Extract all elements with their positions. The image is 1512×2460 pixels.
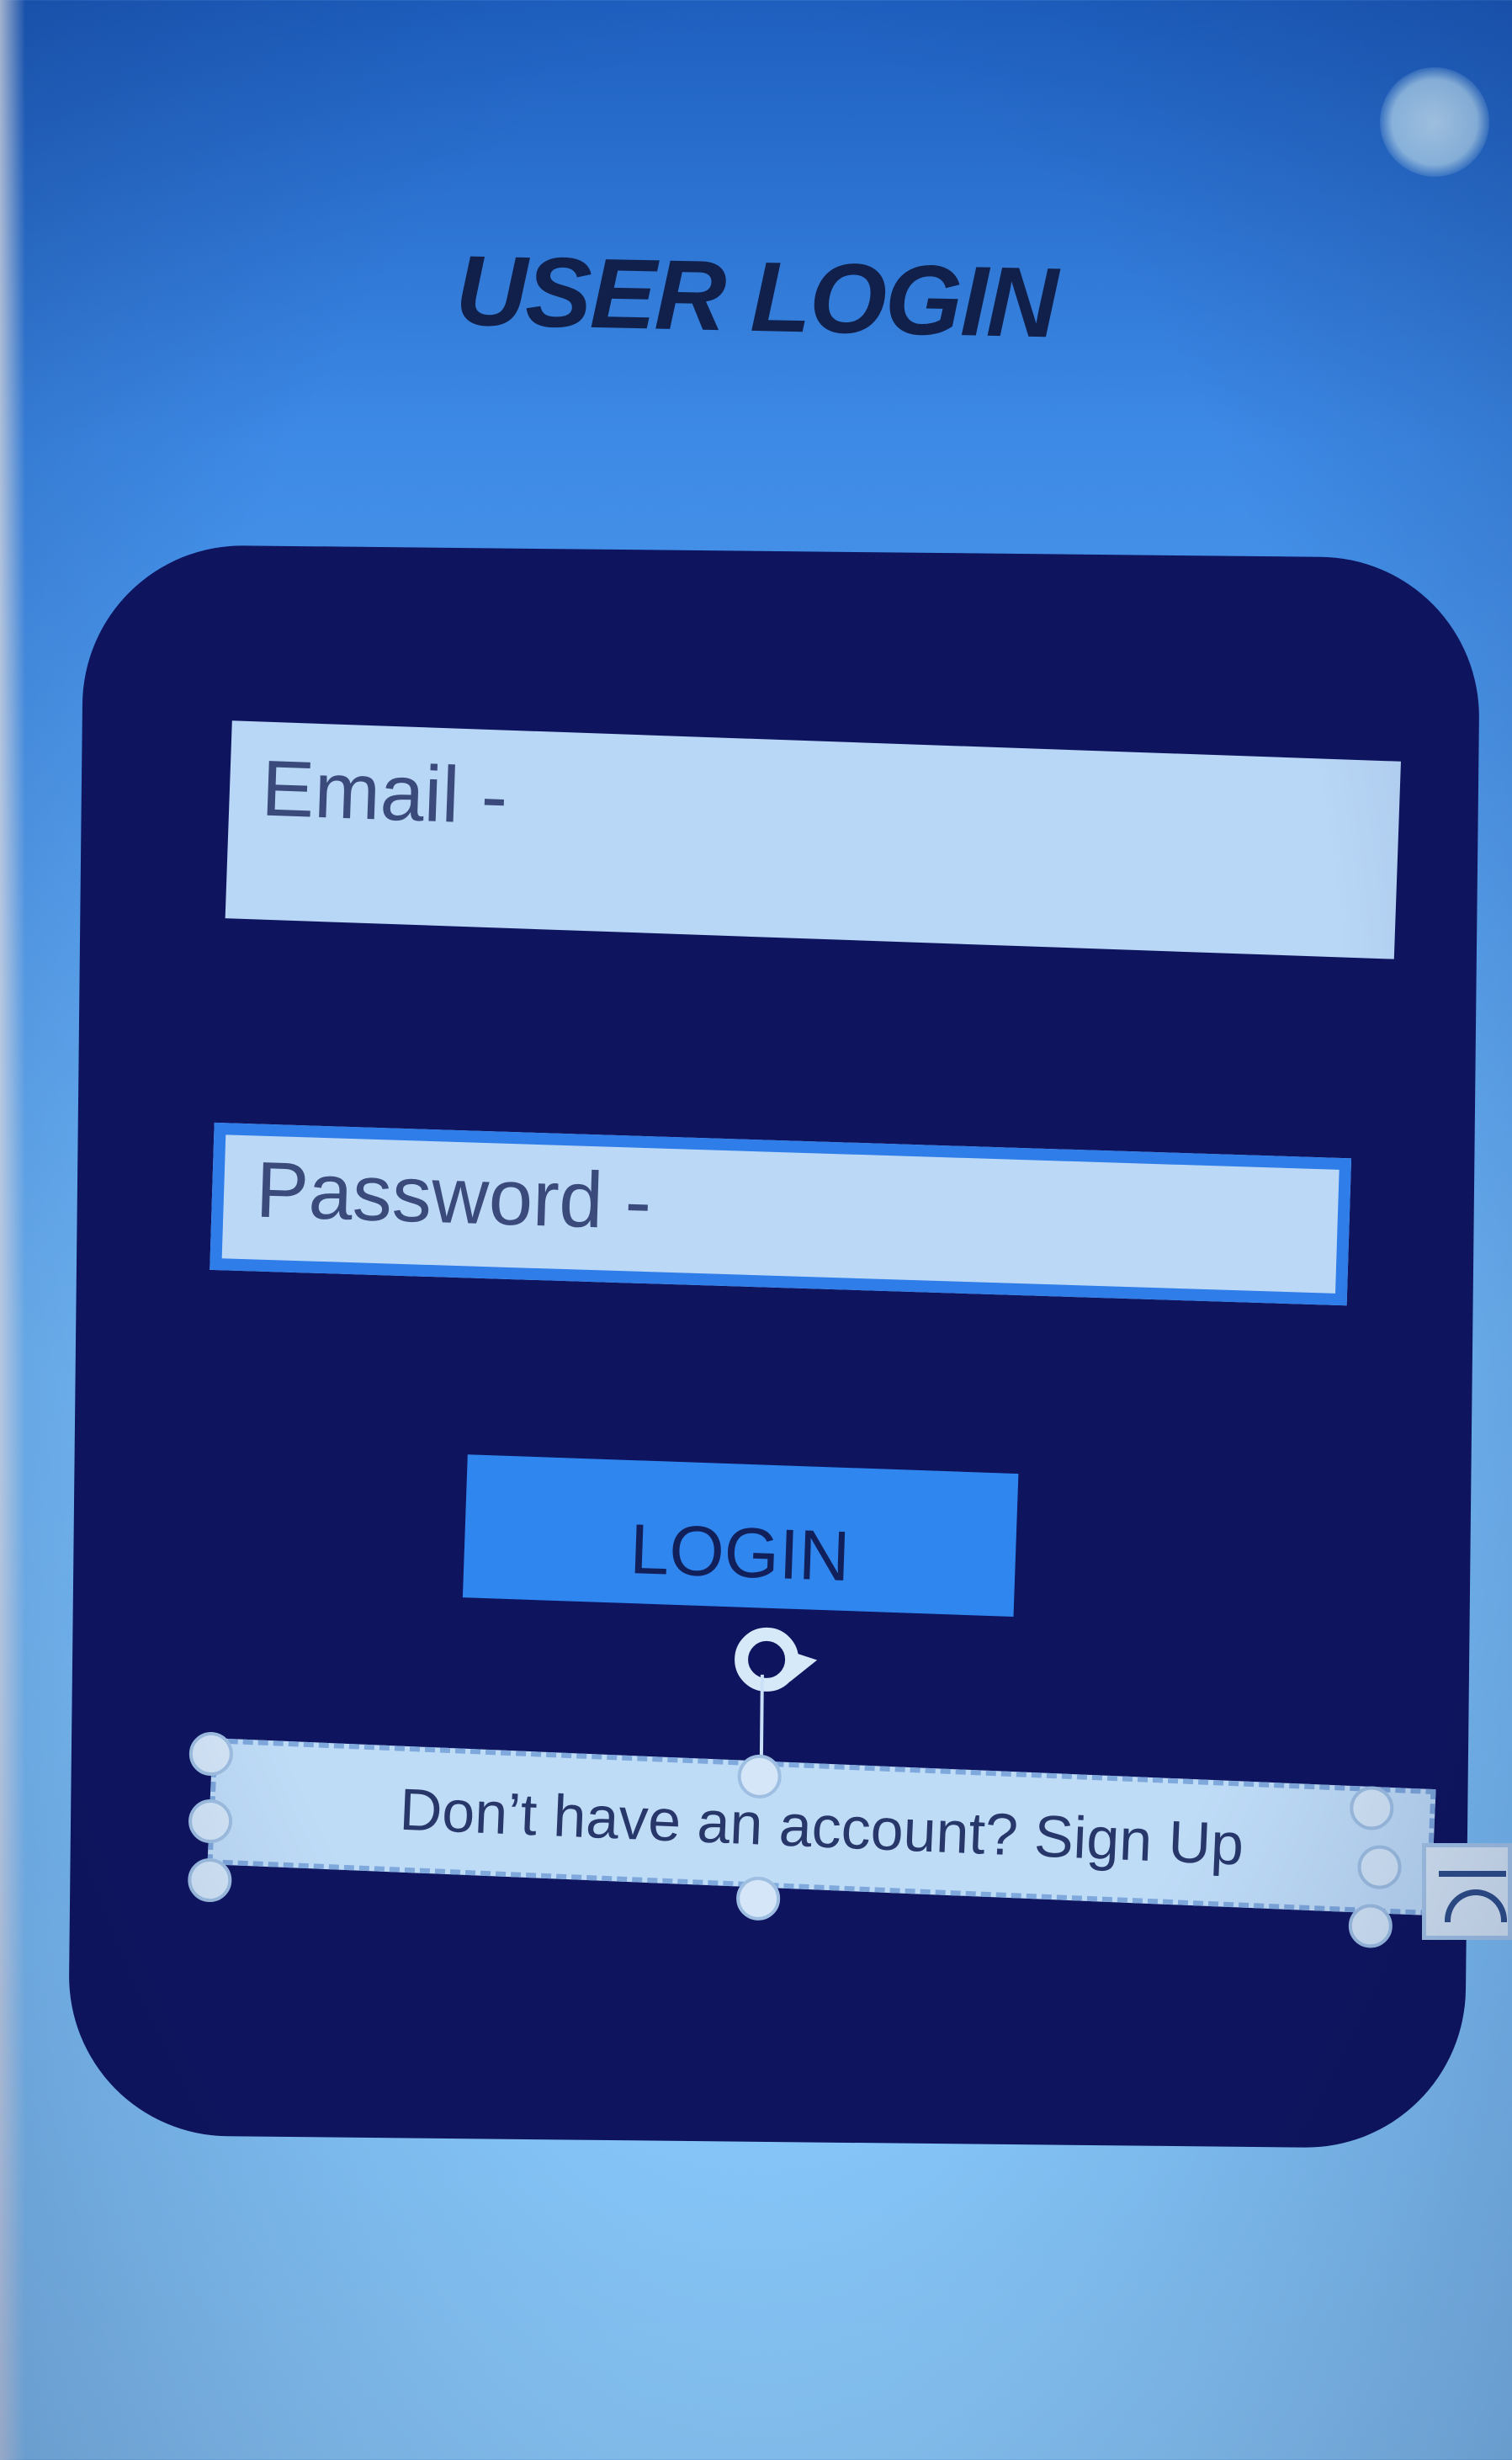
- resize-handle-bottom-center[interactable]: [735, 1876, 781, 1921]
- resize-handle-mid-right[interactable]: [1357, 1845, 1402, 1889]
- resize-handle-top-center[interactable]: [737, 1754, 782, 1799]
- email-label: Email -: [260, 743, 510, 841]
- password-field[interactable]: Password -: [210, 1122, 1352, 1306]
- email-field[interactable]: Email -: [225, 720, 1401, 959]
- layout-options-icon[interactable]: [1422, 1843, 1512, 1940]
- password-label: Password -: [254, 1145, 653, 1246]
- light-glare: [1380, 67, 1489, 177]
- login-card: Email - Password - LOGIN Don’t have an a…: [67, 544, 1481, 2149]
- screen-edge: [0, 0, 25, 2460]
- resize-handle-bottom-right[interactable]: [1348, 1904, 1393, 1948]
- signup-text: Don’t have an account? Sign Up: [398, 1776, 1245, 1878]
- signup-link[interactable]: Don’t have an account? Sign Up: [207, 1738, 1436, 1916]
- page-title: USER LOGIN: [454, 235, 1058, 359]
- login-button[interactable]: LOGIN: [462, 1454, 1019, 1617]
- rotate-icon[interactable]: [724, 1615, 826, 1708]
- resize-handle-top-right[interactable]: [1350, 1786, 1394, 1830]
- resize-handle-mid-left[interactable]: [188, 1799, 233, 1844]
- resize-handle-top-left[interactable]: [188, 1731, 234, 1777]
- selection-connector: [759, 1674, 764, 1767]
- resize-handle-bottom-left[interactable]: [188, 1857, 232, 1903]
